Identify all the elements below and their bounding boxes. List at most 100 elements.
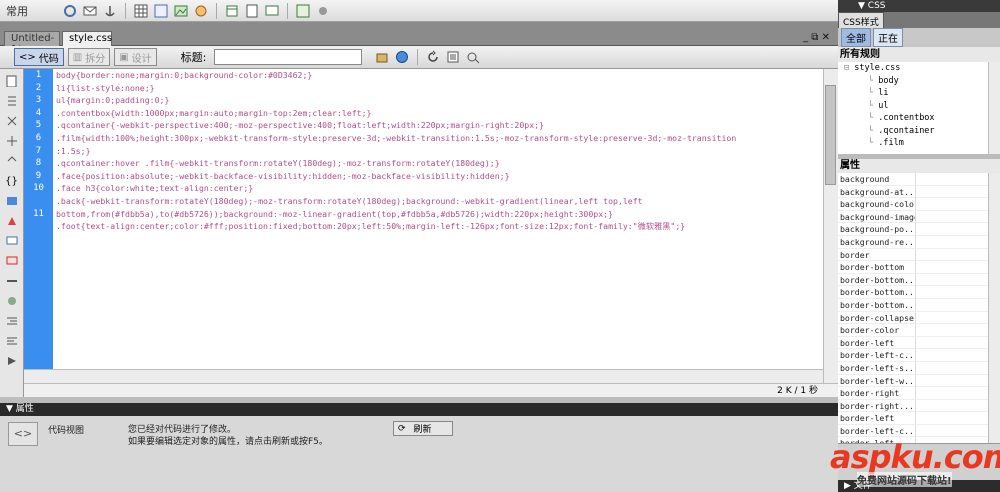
css-panel-group-header[interactable]: ▼ CSS <box>838 0 1000 12</box>
template-icon[interactable] <box>295 3 311 19</box>
rules-tree-item[interactable]: └ body <box>838 75 1000 88</box>
email-link-icon[interactable] <box>82 3 98 19</box>
select-parent-tag-icon[interactable] <box>4 153 20 169</box>
rules-tree-item[interactable]: └ li <box>838 87 1000 100</box>
indent-icon[interactable] <box>4 313 20 329</box>
editor-horizontal-scrollbar[interactable] <box>24 369 823 383</box>
css-rules-tree[interactable]: ⊟ style.css └ body └ li └ ul └ .contentbox └ … <box>838 62 1000 154</box>
tab-css-styles[interactable]: CSS样式 <box>838 12 884 28</box>
rules-tree-item[interactable]: └ .contentbox <box>838 112 1000 125</box>
wrap-tag-icon[interactable] <box>4 273 20 289</box>
collapse-tag-icon[interactable] <box>4 93 20 109</box>
attribute-name: border-left <box>838 336 916 349</box>
rules-scrollbar[interactable] <box>988 62 1000 154</box>
attribute-row[interactable]: border-left <box>838 412 988 425</box>
hyperlink-icon[interactable] <box>62 3 78 19</box>
collapse-selection-icon[interactable] <box>4 113 20 129</box>
attribute-row[interactable]: background <box>838 173 988 186</box>
tab-style-css[interactable]: style.css <box>62 31 112 46</box>
line-number: 1 <box>35 70 42 80</box>
code-view-button[interactable]: <> 代码 <box>14 48 64 66</box>
code-line[interactable]: .face h3{color:white;text-align:center;} <box>56 182 823 195</box>
code-line[interactable]: body{border:none;margin:0;background-col… <box>56 69 823 82</box>
attribute-row[interactable]: border-right <box>838 387 988 400</box>
attribute-row[interactable]: border-bottom... <box>838 273 988 287</box>
visual-aids-icon[interactable] <box>465 49 481 65</box>
attribute-row[interactable]: border-bottom... <box>838 286 988 299</box>
code-line[interactable]: .back{-webkit-transform:rotateY(180deg);… <box>56 195 823 208</box>
rules-tree-item[interactable]: └ .qcontainer <box>838 125 1000 138</box>
attribute-row[interactable]: background-at... <box>838 185 988 199</box>
format-source-icon[interactable] <box>4 353 20 369</box>
file-management-icon[interactable] <box>374 49 390 65</box>
attribute-row[interactable]: border-left <box>838 336 988 350</box>
code-line[interactable]: :1.5s;} <box>56 145 823 158</box>
attribute-row[interactable]: border-collapse <box>838 311 988 325</box>
rules-tree-item[interactable]: └ ul <box>838 100 1000 113</box>
attribute-name: background-at... <box>840 185 916 198</box>
open-documents-icon[interactable] <box>4 73 20 89</box>
attribute-row[interactable]: background-color <box>838 198 988 211</box>
attribute-row[interactable]: border-left-w... <box>838 374 988 388</box>
image-icon[interactable] <box>173 3 189 19</box>
properties-panel-header[interactable]: ▼ 属性 <box>0 403 838 416</box>
attribute-row[interactable]: border-bottom <box>838 261 988 274</box>
preview-browser-icon[interactable] <box>394 49 410 65</box>
rules-tree-item[interactable]: └ .film <box>838 137 1000 150</box>
attribute-row[interactable]: border <box>838 248 988 262</box>
code-line[interactable]: ul{margin:0;padding:0;} <box>56 94 823 107</box>
split-view-button[interactable]: ▥ 拆分 <box>67 48 111 66</box>
collapse-icon[interactable]: ⊟ <box>844 63 854 73</box>
line-numbers-icon[interactable] <box>4 193 20 209</box>
show-all-button[interactable]: 全部 <box>841 28 871 47</box>
attribute-row[interactable]: border-color <box>838 324 988 337</box>
editor-scroll-thumb[interactable] <box>825 85 836 185</box>
attribute-row[interactable]: border-left-c... <box>838 424 988 438</box>
recent-snippets-icon[interactable] <box>4 293 20 309</box>
server-side-include-icon[interactable] <box>244 3 260 19</box>
tag-chooser-icon[interactable] <box>315 3 331 19</box>
refresh-icon[interactable] <box>425 49 441 65</box>
div-icon[interactable] <box>153 3 169 19</box>
table-icon[interactable] <box>133 3 149 19</box>
code-line[interactable]: .qcontainer:hover .film{-webkit-transfor… <box>56 157 823 170</box>
code-editor[interactable]: body{border:none;margin:0;background-col… <box>53 69 823 369</box>
expand-all-icon[interactable] <box>4 133 20 149</box>
media-icon[interactable] <box>193 3 209 19</box>
css-attributes-list[interactable]: background background-at... background-col… <box>838 173 988 443</box>
attribute-row[interactable]: border-left-s... <box>838 361 988 375</box>
code-line[interactable]: .face{position:absolute;-webkit-backface… <box>56 170 823 183</box>
attribute-row[interactable]: border-right... <box>838 399 988 413</box>
code-line[interactable]: .qcontainer{-webkit-perspective:400;-moz… <box>56 119 823 132</box>
insert-category-select[interactable]: 常用 <box>6 3 28 19</box>
window-controls[interactable]: _ ⧉ ✕ <box>803 32 830 43</box>
title-input[interactable] <box>214 49 363 65</box>
highlight-invalid-code-icon[interactable] <box>4 213 20 229</box>
attribute-row[interactable]: border-left-c... <box>838 349 988 362</box>
show-current-button[interactable]: 正在 <box>873 28 903 47</box>
rules-tree-stylesheet[interactable]: ⊟ style.css <box>838 62 1000 75</box>
anchor-icon[interactable] <box>102 3 118 19</box>
tree-connector: └ <box>868 113 879 123</box>
apply-comment-icon[interactable] <box>4 233 20 249</box>
attribute-row[interactable]: background-po... <box>838 223 988 236</box>
attribute-row[interactable]: background-re... <box>838 235 988 249</box>
design-view-button[interactable]: ▣ 设计 <box>114 48 157 66</box>
refresh-button[interactable]: ⟳ 刷新 <box>393 421 453 436</box>
attribute-row[interactable]: border-bottom... <box>838 298 988 312</box>
view-options-icon[interactable] <box>445 49 461 65</box>
code-line[interactable]: bottom,from(#fdbb5a),to(#db5726));backgr… <box>56 208 823 221</box>
code-line[interactable]: li{list-style:none;} <box>56 82 823 95</box>
code-line[interactable]: .film{width:100%;height:300px;-webkit-tr… <box>56 132 823 145</box>
comment-icon[interactable] <box>264 3 280 19</box>
balance-braces-icon[interactable]: {} <box>4 173 20 189</box>
code-line[interactable]: .contentbox{width:1000px;margin:auto;mar… <box>56 107 823 120</box>
attributes-scrollbar[interactable] <box>988 173 1000 443</box>
date-icon[interactable] <box>224 3 240 19</box>
remove-comment-icon[interactable] <box>4 253 20 269</box>
tab-untitled-1[interactable]: Untitled-1* <box>4 31 60 55</box>
attribute-row[interactable]: background-image <box>838 210 988 224</box>
code-line[interactable]: .foot{text-align:center;color:#fff;posit… <box>56 220 823 233</box>
design-view-label: 设计 <box>131 53 152 65</box>
outdent-icon[interactable] <box>4 333 20 349</box>
